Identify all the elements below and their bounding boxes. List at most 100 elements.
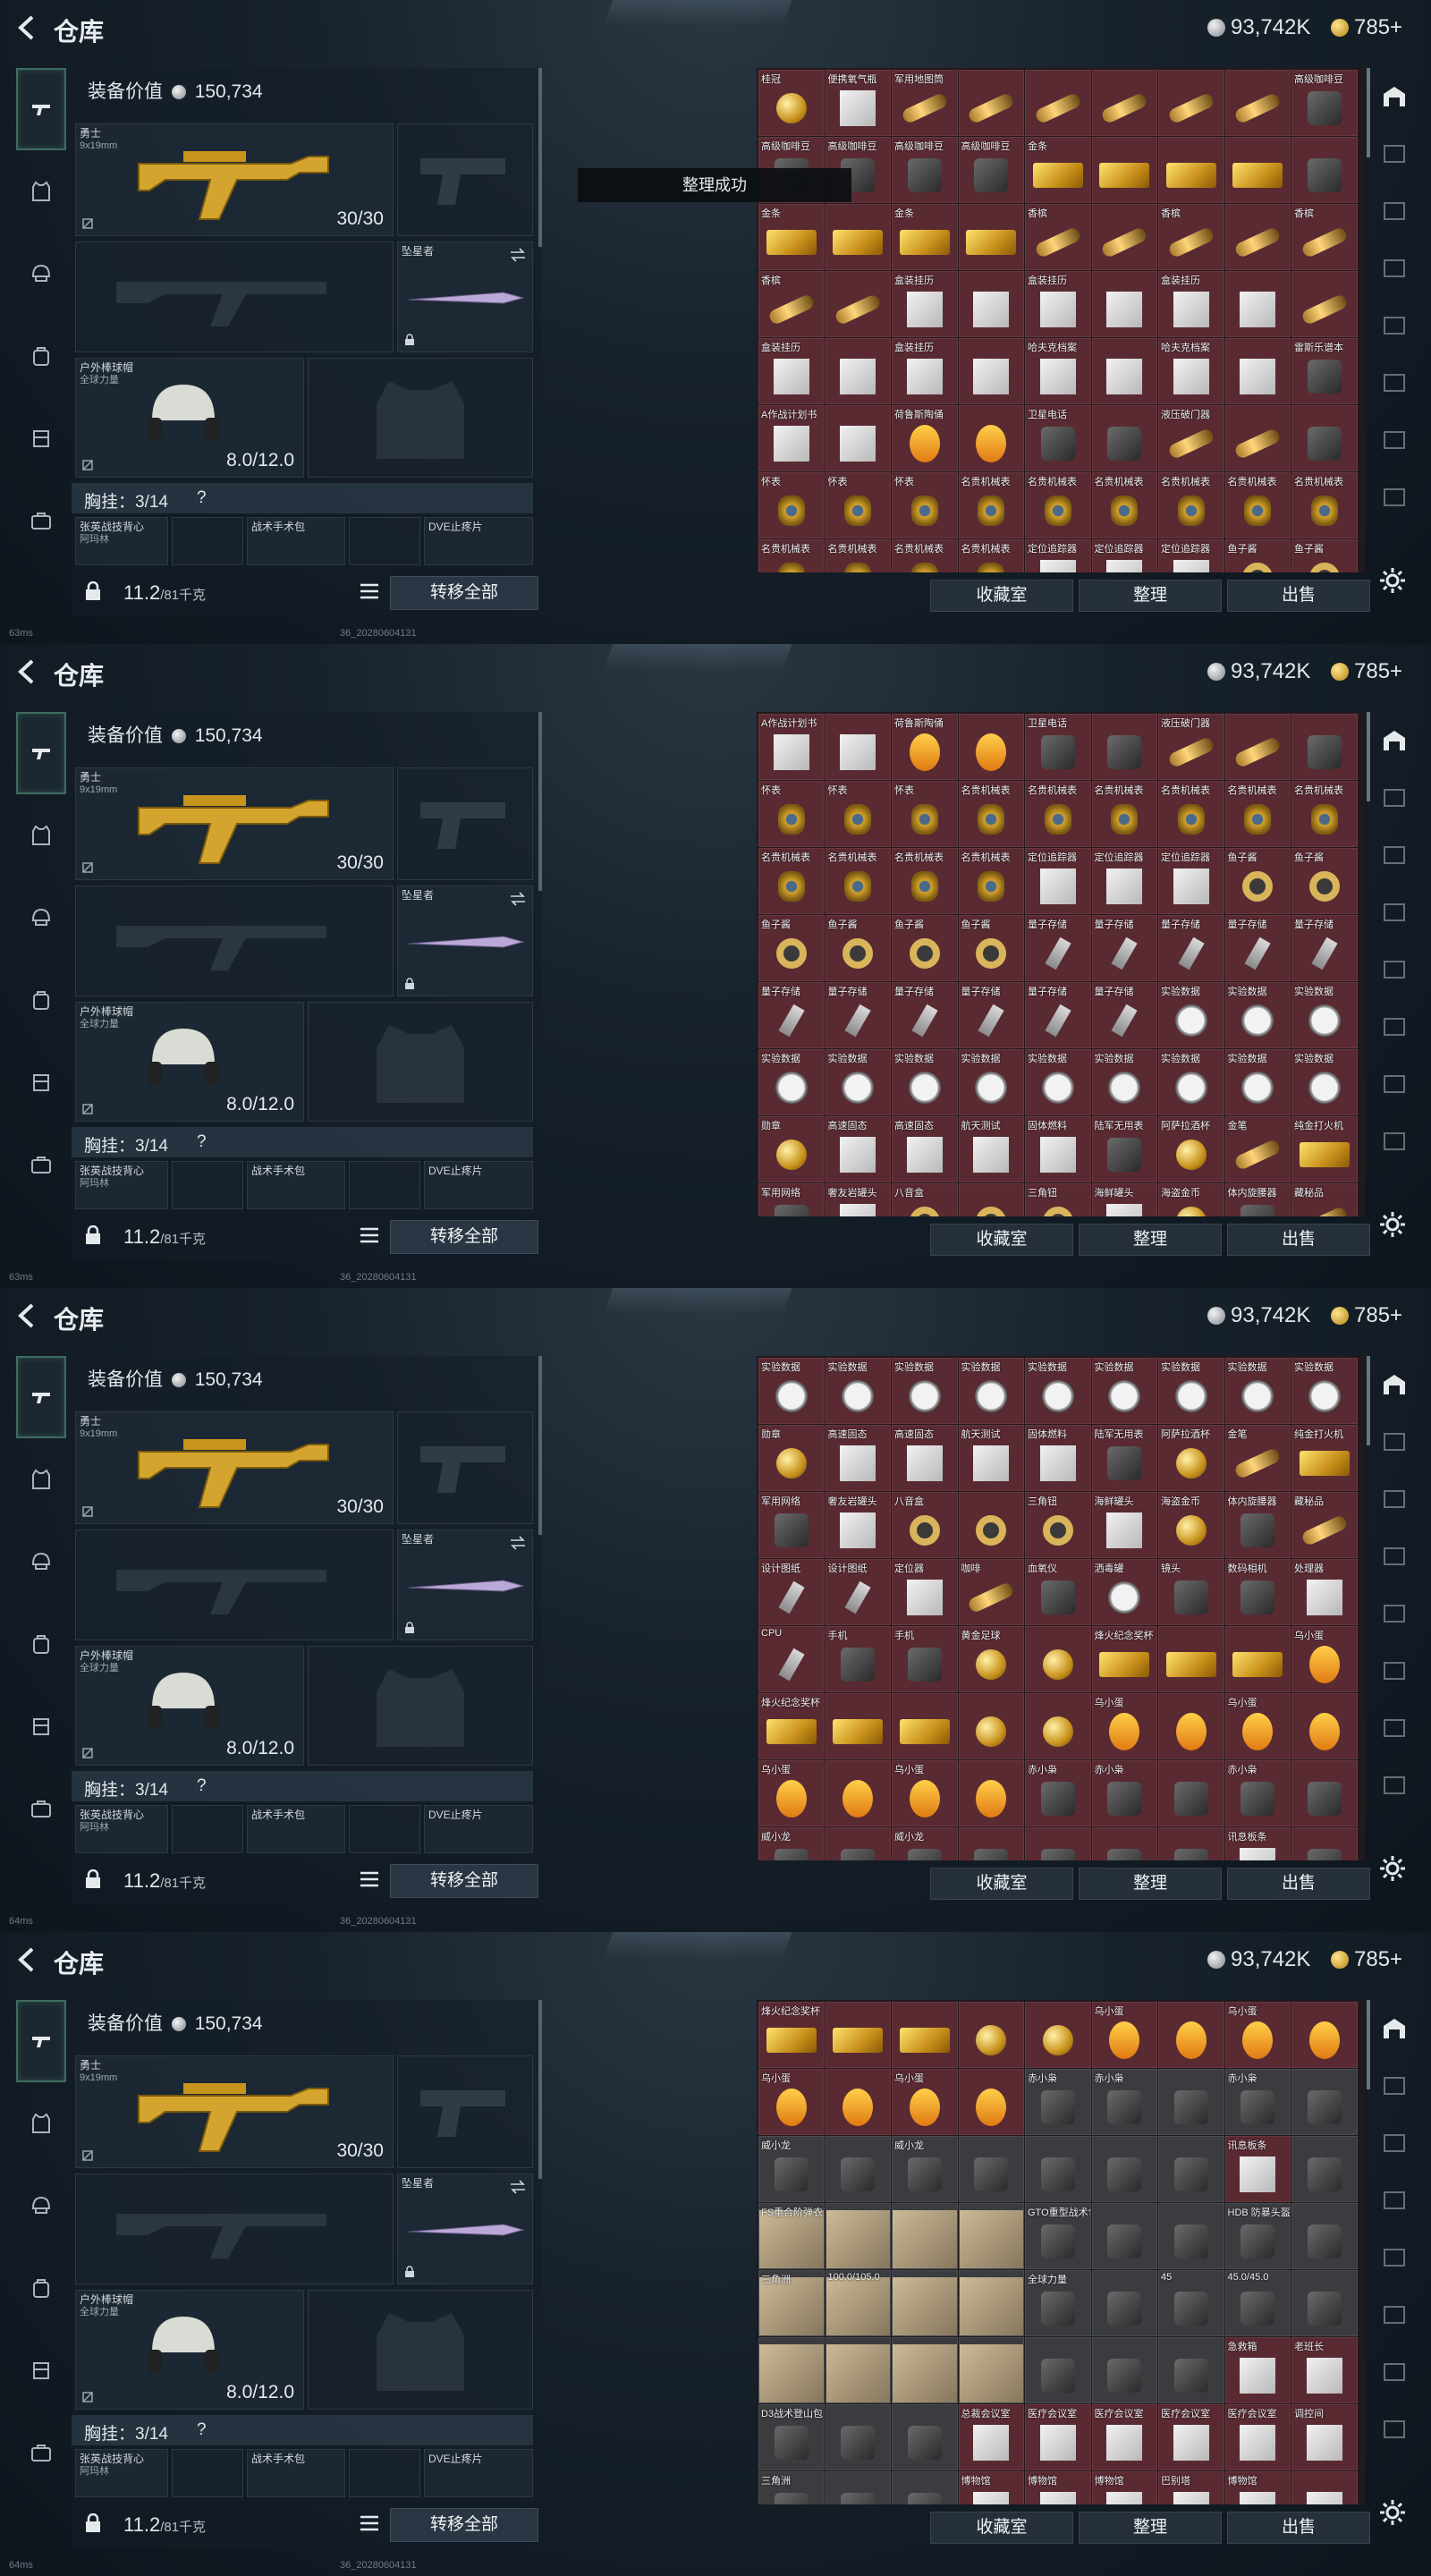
stash-item[interactable]: 三角洲: [758, 2471, 825, 2504]
pouch-slot-2[interactable]: [172, 1805, 243, 1853]
stash-item[interactable]: 急救箱: [1224, 2337, 1291, 2403]
chest-rig-header[interactable]: 胸挂：3/14 ?: [72, 1127, 533, 1157]
stash-item[interactable]: [825, 2337, 891, 2403]
chest-rig-header[interactable]: 胸挂：3/14 ?: [72, 1771, 533, 1801]
stash-item[interactable]: [1091, 2203, 1157, 2269]
stash-item[interactable]: 香槟: [1025, 204, 1091, 270]
stash-item[interactable]: 实验数据: [1025, 1049, 1091, 1115]
stash-item[interactable]: 怀表: [758, 472, 825, 538]
stash-item[interactable]: 盒装挂历: [892, 338, 958, 404]
gold-currency[interactable]: 785+: [1331, 14, 1402, 41]
melee-slot[interactable]: 坠星者: [397, 886, 533, 996]
help-icon[interactable]: ?: [197, 488, 207, 508]
stash-item[interactable]: 八音盒: [892, 1492, 958, 1558]
stash-item[interactable]: [1158, 2203, 1224, 2269]
stash-item[interactable]: 三角洲: [758, 2270, 825, 2336]
gold-currency[interactable]: 785+: [1331, 658, 1402, 685]
tab-helmet[interactable]: [16, 233, 66, 315]
melee-slot[interactable]: 坠星者: [397, 1530, 533, 1640]
stash-item[interactable]: 讯息板条: [1224, 2136, 1291, 2202]
pouch-slot-5[interactable]: DVE止疼片: [424, 1805, 533, 1853]
equipment-scrollbar[interactable]: [538, 712, 542, 891]
pouch-slot-1[interactable]: 张英战技背心 阿玛林: [75, 1161, 168, 1209]
tab-stash-all[interactable]: [1374, 712, 1415, 769]
tab-armor[interactable]: [16, 150, 66, 233]
stash-item[interactable]: 定位追踪器: [1025, 848, 1091, 914]
stash-item[interactable]: [1158, 2069, 1224, 2135]
stash-item[interactable]: [892, 2471, 958, 2504]
stash-item[interactable]: 量子存储: [1025, 982, 1091, 1048]
stash-item[interactable]: 航天测试: [958, 1116, 1024, 1182]
stash-item[interactable]: 量子存储: [1025, 915, 1091, 981]
stash-item[interactable]: [825, 2471, 891, 2504]
stash-item[interactable]: 高级咖啡豆: [892, 137, 958, 203]
sort-button[interactable]: 整理: [1079, 2512, 1222, 2544]
stash-item[interactable]: [892, 2270, 958, 2336]
stash-item[interactable]: 香槟: [758, 271, 825, 337]
stash-item[interactable]: 实验数据: [1291, 1358, 1358, 1424]
stash-item[interactable]: 高速固态: [892, 1116, 958, 1182]
stash-item[interactable]: GTO重型战术包: [1025, 2203, 1091, 2269]
stash-item[interactable]: 博物馆: [1224, 2471, 1291, 2504]
list-icon[interactable]: [360, 583, 379, 599]
stash-item[interactable]: [1158, 1760, 1224, 1826]
stash-item[interactable]: 医疗会议室: [1025, 2404, 1091, 2470]
tab-weapon[interactable]: [16, 712, 66, 794]
stash-item[interactable]: 名贵机械表: [958, 848, 1024, 914]
stash-item[interactable]: [1025, 1827, 1091, 1860]
stash-item[interactable]: 三角钮: [1025, 1183, 1091, 1216]
stash-item[interactable]: 巴别塔: [1158, 2471, 1224, 2504]
stash-item[interactable]: 陆军无用表: [1091, 1425, 1157, 1491]
stash-item[interactable]: [1224, 70, 1291, 136]
stash-item[interactable]: 卫星电话: [1025, 405, 1091, 471]
tab-stash-all[interactable]: [1374, 68, 1415, 125]
stash-item[interactable]: [1224, 405, 1291, 471]
stash-item[interactable]: 怀表: [825, 781, 891, 847]
stash-item[interactable]: [1224, 204, 1291, 270]
chest-rig-header[interactable]: 胸挂：3/14 ?: [72, 483, 533, 513]
stash-item[interactable]: 体内旋腰器: [1224, 1492, 1291, 1558]
stash-item[interactable]: 纯金打火机: [1291, 1425, 1358, 1491]
pouch-slot-2[interactable]: [172, 1161, 243, 1209]
stash-item[interactable]: 名贵机械表: [758, 848, 825, 914]
stash-item[interactable]: 奢友岩罐头: [825, 1492, 891, 1558]
stash-item[interactable]: [1158, 1626, 1224, 1692]
stash-item[interactable]: 实验数据: [1091, 1358, 1157, 1424]
pouch-slot-4[interactable]: [349, 1805, 420, 1853]
primary-weapon-slot[interactable]: 勇士 9x19mm 30/30: [75, 1411, 394, 1524]
primary-weapon-slot[interactable]: 勇士 9x19mm 30/30: [75, 2055, 394, 2168]
tab-armor[interactable]: [16, 2082, 66, 2165]
stash-item[interactable]: [1091, 271, 1157, 337]
tab-chest-rig[interactable]: [16, 1041, 66, 1123]
stash-item[interactable]: [1091, 1827, 1157, 1860]
stash-item[interactable]: 香槟: [1291, 204, 1358, 270]
stash-item[interactable]: 烽火纪念奖杯: [758, 1693, 825, 1759]
stash-item[interactable]: [1025, 2337, 1091, 2403]
tab-chest-rig[interactable]: [16, 1685, 66, 1767]
pouch-slot-3[interactable]: 战术手术包: [247, 517, 345, 565]
armor-slot[interactable]: [308, 1002, 533, 1122]
stash-item[interactable]: 量子存储: [892, 982, 958, 1048]
stash-item[interactable]: 烽火纪念奖杯: [758, 2002, 825, 2068]
help-icon[interactable]: ?: [197, 1132, 207, 1152]
stash-scrollbar[interactable]: [1367, 712, 1370, 801]
stash-item[interactable]: [958, 70, 1024, 136]
stash-item[interactable]: [1291, 1760, 1358, 1826]
stash-item[interactable]: 威小龙: [758, 1827, 825, 1860]
stash-item[interactable]: [825, 2404, 891, 2470]
transfer-all-button[interactable]: 转移全部: [390, 2508, 538, 2542]
pouch-slot-5[interactable]: DVE止疼片: [424, 1161, 533, 1209]
tab-case[interactable]: [16, 1767, 66, 1850]
stash-item[interactable]: [1291, 137, 1358, 203]
stash-item[interactable]: 调控间: [1291, 2404, 1358, 2470]
stash-item[interactable]: 定位器: [892, 1559, 958, 1625]
stash-item[interactable]: [958, 2069, 1024, 2135]
primary-weapon-slot[interactable]: 勇士 9x19mm 30/30: [75, 123, 394, 236]
stash-item[interactable]: [1025, 2002, 1091, 2068]
settings-gear-icon[interactable]: [1377, 1853, 1408, 1884]
stash-item[interactable]: [1291, 405, 1358, 471]
help-icon[interactable]: ?: [197, 1776, 207, 1796]
stash-item[interactable]: 实验数据: [1158, 982, 1224, 1048]
stash-item[interactable]: 血氧仪: [1025, 1559, 1091, 1625]
stash-item[interactable]: HDB 防暴头盔: [1224, 2203, 1291, 2269]
